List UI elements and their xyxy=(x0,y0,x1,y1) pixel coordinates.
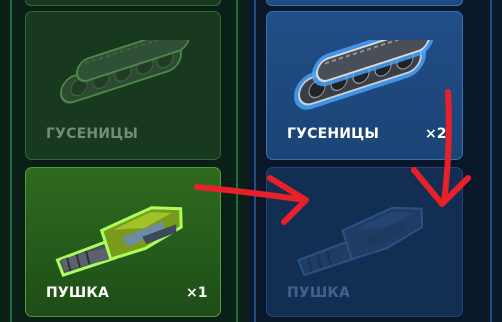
item-name-label: ГУСЕНИЦЫ xyxy=(287,126,380,142)
right-panel-border xyxy=(490,0,492,322)
tracks-icon xyxy=(294,40,434,110)
left-panel-border xyxy=(10,0,12,322)
cannon-icon xyxy=(55,206,183,277)
right-panel-border xyxy=(254,0,256,322)
item-name-label: ПУШКА xyxy=(46,285,110,301)
item-name-label: ГУСЕНИЦЫ xyxy=(46,126,139,142)
right-item-card-cannon[interactable]: ПУШКА xyxy=(266,167,463,317)
item-count-label: ×1 xyxy=(186,285,208,301)
tracks-icon xyxy=(60,40,190,104)
left-item-card-partial[interactable] xyxy=(25,0,221,6)
left-item-card-cannon[interactable]: ПУШКА ×1 xyxy=(25,167,221,317)
left-item-card-tracks[interactable]: ГУСЕНИЦЫ xyxy=(25,11,221,160)
item-name-label: ПУШКА xyxy=(287,285,351,301)
cannon-icon xyxy=(297,206,424,277)
left-panel-border xyxy=(236,0,238,322)
inventory-screen: ГУСЕНИЦЫ ГУСЕНИЦЫ ×2 ПУШКА ×1 ПУШКА xyxy=(0,0,502,322)
item-count-label: ×2 xyxy=(425,126,447,142)
right-item-card-tracks[interactable]: ГУСЕНИЦЫ ×2 xyxy=(266,11,463,160)
right-item-card-partial[interactable] xyxy=(266,0,463,6)
